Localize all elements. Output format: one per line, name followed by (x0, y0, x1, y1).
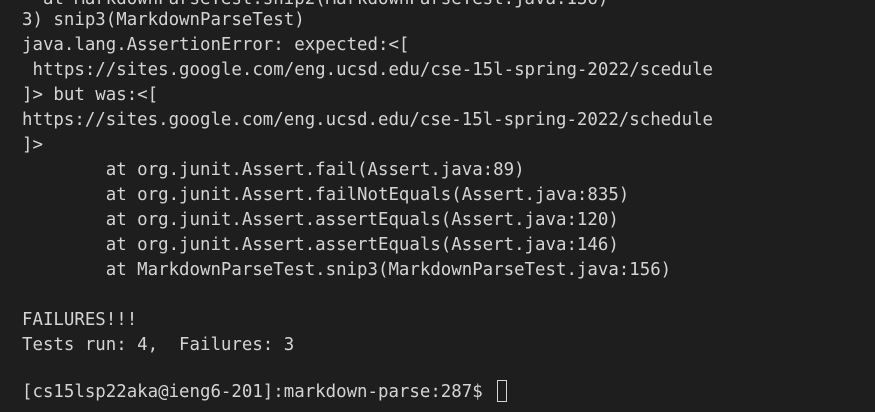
prompt-line[interactable]: [cs15lsp22aka@ieng6-201]:markdown-parse:… (22, 380, 508, 405)
shell-prompt: [cs15lsp22aka@ieng6-201]:markdown-parse:… (22, 382, 494, 402)
stack-trace-line: at org.junit.Assert.fail(Assert.java:89) (22, 160, 525, 180)
stack-trace-line: at org.junit.Assert.assertEquals(Assert.… (22, 235, 619, 255)
output-line-expected-url: https://sites.google.com/eng.ucsd.edu/cs… (22, 60, 714, 80)
output-line-assertion-error: java.lang.AssertionError: expected:<[ (22, 35, 410, 55)
text-cursor (497, 380, 508, 402)
output-line-failure-header: 3) snip3(MarkdownParseTest) (22, 10, 305, 30)
output-line-failures: FAILURES!!! (22, 310, 138, 330)
stack-trace-line: at org.junit.Assert.assertEquals(Assert.… (22, 210, 619, 230)
output-line-test-summary: Tests run: 4, Failures: 3 (22, 335, 295, 355)
output-line-actual-url: https://sites.google.com/eng.ucsd.edu/cs… (22, 110, 714, 130)
output-line-but-was: ]> but was:<[ (22, 85, 159, 105)
stack-trace-line: at org.junit.Assert.failNotEquals(Assert… (22, 185, 630, 205)
stack-trace-line: at MarkdownParseTest.snip3(MarkdownParse… (22, 260, 672, 280)
output-line-close-bracket: ]> (22, 135, 43, 155)
terminal-window[interactable]: at MarkdownParseTest.snip2(MarkdownParse… (0, 0, 875, 412)
